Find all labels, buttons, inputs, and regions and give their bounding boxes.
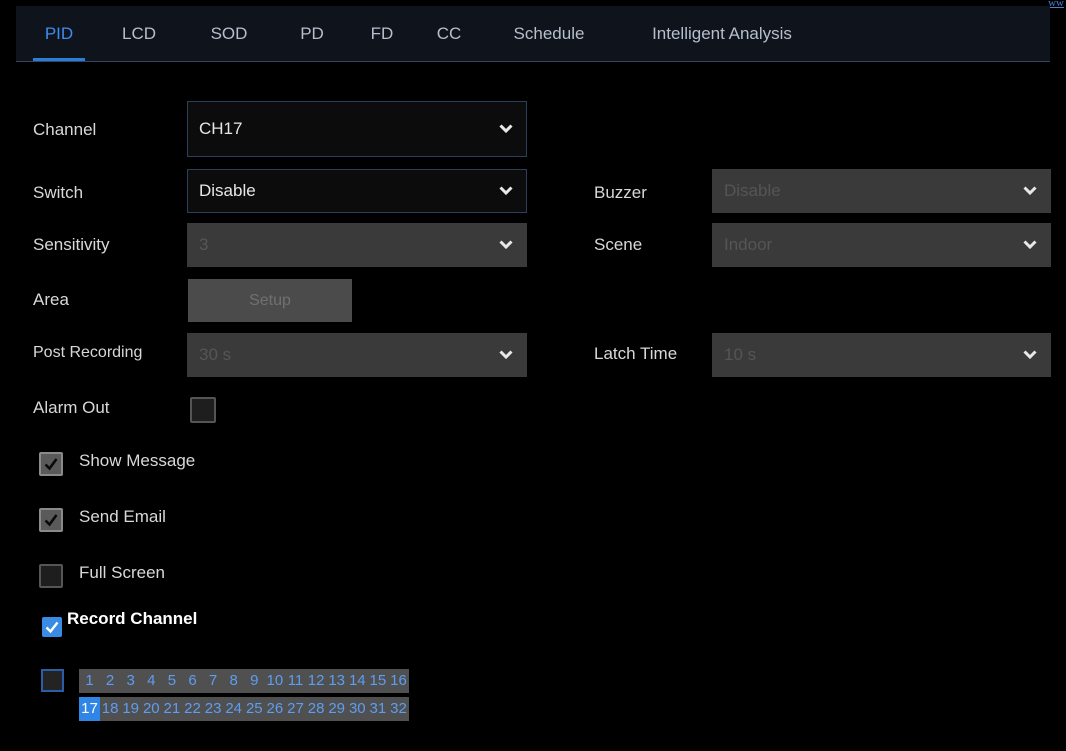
channel-checkbox-28[interactable]: 28: [305, 697, 327, 721]
alarm-out-checkbox[interactable]: [190, 397, 216, 423]
channel-checkbox-4[interactable]: 4: [140, 669, 162, 693]
area-setup-button[interactable]: Setup: [188, 279, 352, 322]
chevron-down-icon: [499, 350, 513, 359]
scene-value: Indoor: [724, 235, 773, 254]
buzzer-label: Buzzer: [594, 183, 647, 202]
post-recording-label: Post Recording: [33, 344, 143, 361]
show-message-label: Show Message: [79, 451, 196, 470]
channel-checkbox-23[interactable]: 23: [202, 697, 224, 721]
chevron-down-icon: [499, 240, 513, 249]
scene-select[interactable]: Indoor: [712, 223, 1051, 267]
channel-checkbox-19[interactable]: 19: [120, 697, 142, 721]
switch-label: Switch: [33, 183, 84, 202]
channel-checkbox-9[interactable]: 9: [243, 669, 265, 693]
channel-checkbox-8[interactable]: 8: [223, 669, 245, 693]
send-email-checkbox[interactable]: [39, 508, 63, 532]
sensitivity-value: 3: [199, 235, 209, 254]
channel-checkbox-21[interactable]: 21: [161, 697, 183, 721]
channel-checkbox-22[interactable]: 22: [182, 697, 203, 721]
tab-lcd[interactable]: LCD: [109, 6, 169, 61]
channel-checkbox-32[interactable]: 32: [388, 697, 409, 721]
record-channel-label: Record Channel: [67, 609, 198, 628]
scene-label: Scene: [594, 235, 643, 254]
tab-intelligent-analysis[interactable]: Intelligent Analysis: [626, 6, 818, 61]
corner-link[interactable]: ww: [1048, 0, 1064, 9]
switch-value: Disable: [199, 181, 256, 200]
chevron-down-icon: [1023, 350, 1037, 359]
record-channel-checkbox[interactable]: [42, 617, 62, 637]
tab-pd[interactable]: PD: [288, 6, 336, 61]
tab-pid[interactable]: PID: [33, 6, 85, 61]
full-screen-label: Full Screen: [79, 563, 165, 582]
select-all-channels-checkbox[interactable]: [41, 669, 64, 692]
latch-time-select[interactable]: 10 s: [712, 333, 1051, 377]
sensitivity-select[interactable]: 3: [187, 223, 527, 267]
channel-select[interactable]: CH17: [187, 101, 527, 157]
channel-checkbox-10[interactable]: 10: [264, 669, 286, 693]
channel-checkbox-15[interactable]: 15: [367, 669, 389, 693]
channel-checkbox-6[interactable]: 6: [182, 669, 203, 693]
area-label: Area: [33, 290, 69, 309]
tab-schedule[interactable]: Schedule: [497, 6, 601, 61]
channel-checkbox-24[interactable]: 24: [223, 697, 245, 721]
channel-checkbox-25[interactable]: 25: [243, 697, 265, 721]
channel-checkbox-29[interactable]: 29: [326, 697, 348, 721]
switch-select[interactable]: Disable: [187, 169, 527, 213]
channel-checkbox-20[interactable]: 20: [140, 697, 162, 721]
tab-bar: PID LCD SOD PD FD CC Schedule Intelligen…: [16, 6, 1050, 62]
channel-checkbox-14[interactable]: 14: [346, 669, 368, 693]
sensitivity-label: Sensitivity: [33, 235, 110, 254]
post-recording-value: 30 s: [199, 345, 232, 364]
channel-checkbox-13[interactable]: 13: [326, 669, 348, 693]
channel-label: Channel: [33, 120, 97, 139]
chevron-down-icon: [1023, 240, 1037, 249]
channel-checkbox-31[interactable]: 31: [367, 697, 389, 721]
tab-sod[interactable]: SOD: [199, 6, 259, 61]
send-email-label: Send Email: [79, 507, 166, 526]
channel-checkbox-5[interactable]: 5: [161, 669, 183, 693]
channel-checkbox-2[interactable]: 2: [99, 669, 121, 693]
channel-checkbox-30[interactable]: 30: [346, 697, 368, 721]
post-recording-select[interactable]: 30 s: [187, 333, 527, 377]
channel-checkbox-7[interactable]: 7: [202, 669, 224, 693]
channel-checkbox-26[interactable]: 26: [264, 697, 286, 721]
chevron-down-icon: [499, 124, 513, 133]
channel-checkbox-17[interactable]: 17: [79, 697, 100, 721]
channel-checkbox-3[interactable]: 3: [120, 669, 142, 693]
chevron-down-icon: [1023, 186, 1037, 195]
channel-checkbox-27[interactable]: 27: [285, 697, 306, 721]
full-screen-checkbox[interactable]: [39, 564, 63, 588]
tab-cc[interactable]: CC: [425, 6, 473, 61]
chevron-down-icon: [499, 186, 513, 195]
tab-fd[interactable]: FD: [361, 6, 403, 61]
buzzer-value: Disable: [724, 181, 781, 200]
channel-checkbox-11[interactable]: 11: [285, 669, 306, 693]
buzzer-select[interactable]: Disable: [712, 169, 1051, 213]
checkmark-icon: [45, 621, 59, 634]
latch-time-value: 10 s: [724, 345, 757, 364]
checkmark-icon: [44, 458, 58, 471]
channel-value: CH17: [199, 119, 243, 138]
latch-time-label: Latch Time: [594, 344, 678, 363]
show-message-checkbox[interactable]: [39, 452, 63, 476]
channel-checkbox-12[interactable]: 12: [305, 669, 327, 693]
checkmark-icon: [44, 514, 58, 527]
channel-checkbox-1[interactable]: 1: [79, 669, 100, 693]
channel-checkbox-18[interactable]: 18: [99, 697, 121, 721]
channel-checkbox-16[interactable]: 16: [388, 669, 409, 693]
alarm-out-label: Alarm Out: [33, 398, 110, 417]
